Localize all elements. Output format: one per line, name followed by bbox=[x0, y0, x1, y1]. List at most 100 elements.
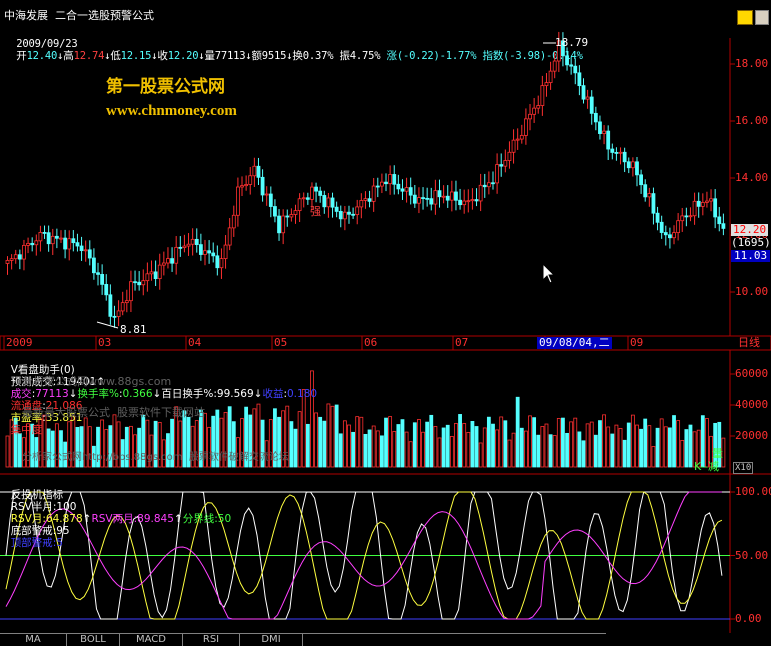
volume-bar bbox=[437, 437, 442, 468]
candle-body bbox=[268, 193, 273, 207]
volume-bar bbox=[499, 416, 504, 468]
volume-bar bbox=[458, 414, 462, 468]
candle-body bbox=[433, 190, 438, 205]
volume-bar bbox=[684, 429, 689, 468]
volume-bar bbox=[412, 422, 417, 468]
candle-body bbox=[285, 215, 290, 218]
candle-body bbox=[50, 235, 55, 245]
candle-body bbox=[75, 242, 80, 247]
candle-body bbox=[392, 174, 397, 185]
tab-dmi[interactable]: DMI bbox=[240, 633, 303, 646]
date-cursor: 09/08/04,二 bbox=[537, 336, 612, 349]
vol-hundred-value: 99.569 bbox=[216, 388, 254, 400]
volume-bar bbox=[573, 417, 578, 468]
volume-bar bbox=[318, 416, 323, 468]
candle-body bbox=[87, 249, 92, 259]
candle-body bbox=[371, 185, 376, 202]
price-axis-label: 18.00 bbox=[735, 57, 769, 70]
candle-body bbox=[511, 139, 516, 153]
volume-bar bbox=[449, 436, 454, 468]
candle-body bbox=[281, 215, 286, 234]
candle-body bbox=[215, 255, 220, 269]
candle-body bbox=[705, 200, 709, 203]
vol-profit-value: 0.180 bbox=[287, 388, 318, 400]
candle-body bbox=[569, 64, 574, 67]
osc-name: 反投机指标 bbox=[10, 489, 64, 501]
volume-bar bbox=[326, 403, 331, 468]
vol-hundred-label: 百日换手% bbox=[161, 388, 214, 400]
tab-boll[interactable]: BOLL bbox=[67, 633, 120, 646]
volume-bar bbox=[593, 434, 598, 468]
tab-ma[interactable]: MA bbox=[0, 633, 67, 646]
volume-bar bbox=[392, 431, 397, 468]
candle-body bbox=[244, 184, 249, 187]
candle-body bbox=[30, 242, 35, 246]
candle-body bbox=[643, 184, 648, 198]
volume-bar bbox=[536, 434, 541, 468]
vol-turnover-label: 换手率% bbox=[77, 388, 119, 400]
candle-body bbox=[417, 197, 421, 204]
volume-bar bbox=[630, 414, 635, 468]
candle-body bbox=[149, 271, 154, 275]
candle-body bbox=[470, 199, 475, 202]
candle-body bbox=[71, 238, 76, 244]
volume-bar bbox=[404, 431, 409, 468]
volume-bar bbox=[581, 440, 586, 468]
candle-body bbox=[318, 190, 323, 196]
volume-bar bbox=[651, 446, 656, 468]
candle-body bbox=[680, 215, 685, 222]
candle-body bbox=[22, 244, 26, 260]
volume-axis-label: 40000 bbox=[735, 398, 769, 411]
volume-bar bbox=[622, 439, 627, 468]
cursor-price-tag: 11.03 bbox=[731, 250, 771, 262]
candle-body bbox=[688, 215, 693, 218]
candle-body bbox=[124, 300, 129, 304]
candle-body bbox=[672, 232, 676, 239]
candle-body bbox=[161, 262, 166, 266]
candle-body bbox=[478, 184, 483, 202]
candle-body bbox=[565, 55, 569, 66]
strong-annotation: 强 bbox=[310, 205, 321, 218]
volume-bar bbox=[445, 424, 450, 468]
candle-body bbox=[495, 164, 500, 184]
time-axis-label: 09 bbox=[630, 336, 644, 349]
candle-body bbox=[618, 151, 623, 154]
volume-bar bbox=[556, 418, 561, 468]
candle-body bbox=[194, 238, 199, 246]
osc-axis-label: 100.00 bbox=[735, 485, 771, 498]
volume-bar bbox=[524, 430, 528, 468]
volume-bar bbox=[408, 441, 413, 468]
candle-body bbox=[668, 234, 672, 239]
tab-macd[interactable]: MACD bbox=[120, 633, 183, 646]
volume-bar bbox=[421, 431, 425, 468]
volume-bar bbox=[655, 427, 660, 468]
candle-body bbox=[92, 257, 96, 274]
volume-bar bbox=[561, 417, 565, 468]
volume-bar bbox=[474, 426, 479, 468]
candle-body bbox=[9, 258, 14, 261]
candle-body bbox=[647, 193, 652, 198]
volume-bar bbox=[433, 426, 438, 468]
volume-bar bbox=[507, 439, 512, 468]
volume-bar bbox=[5, 435, 10, 468]
candle-body bbox=[651, 193, 656, 214]
candle-body bbox=[581, 85, 586, 100]
candle-body bbox=[355, 206, 360, 216]
osc-divide-label: 分界线 bbox=[182, 513, 215, 525]
candle-body bbox=[577, 72, 582, 87]
price-axis-label: 14.00 bbox=[735, 171, 769, 184]
daily-tab[interactable]: 日线 bbox=[738, 337, 760, 349]
candle-body bbox=[709, 198, 713, 202]
candle-body bbox=[593, 112, 598, 123]
osc-rsv-half-value: 100 bbox=[56, 501, 77, 513]
tab-rsi[interactable]: RSI bbox=[183, 633, 240, 646]
candle-body bbox=[211, 252, 216, 257]
candle-body bbox=[700, 202, 705, 207]
candle-body bbox=[38, 232, 43, 242]
volume-bar bbox=[363, 433, 368, 468]
candle-body bbox=[536, 105, 541, 109]
candle-body bbox=[137, 281, 142, 286]
volume-bar bbox=[503, 420, 508, 468]
candle-body bbox=[507, 151, 512, 161]
volume-bar bbox=[647, 425, 652, 468]
